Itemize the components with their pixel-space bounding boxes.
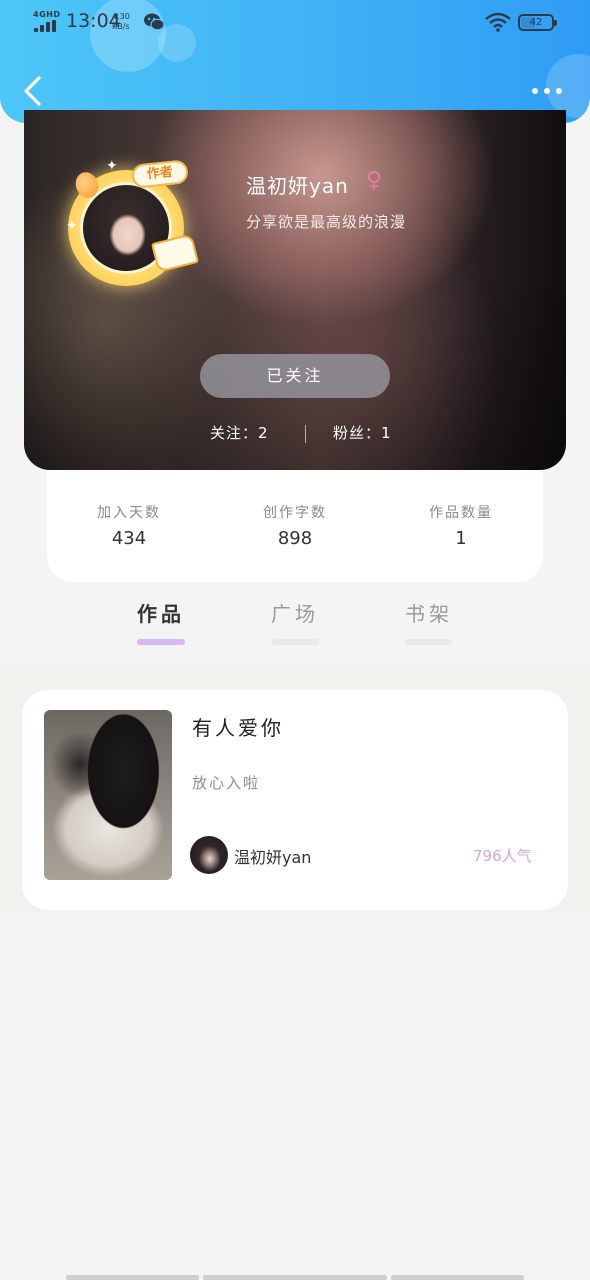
speed-unit: KB/s <box>112 22 130 31</box>
tab-label: 广场 <box>271 602 319 626</box>
work-description: 放心入啦 <box>192 774 261 792</box>
status-bar: 4GHD 13:04 4.30 KB/s 42 <box>0 0 590 44</box>
wechat-icon <box>144 13 165 31</box>
fans-count[interactable]: 粉丝：1 <box>333 422 392 443</box>
avatar[interactable] <box>190 836 228 874</box>
home-indicator <box>391 1275 524 1280</box>
follow-button[interactable]: 已关注 <box>200 354 390 398</box>
profile-bio: 分享欲是最高级的浪漫 <box>246 213 407 231</box>
profile-nickname: 温初妍yan <box>246 174 349 198</box>
stat-value: 898 <box>277 528 313 549</box>
sparkle-icon: ✦ <box>106 158 118 174</box>
stats-card: 加入天数 434 创作字数 898 作品数量 1 <box>47 470 543 582</box>
sparkle-icon: ✦ <box>66 218 78 234</box>
divider <box>305 425 306 443</box>
tab-works[interactable]: 作品 <box>137 598 185 648</box>
tab-indicator <box>271 639 319 645</box>
tab-label: 作品 <box>137 602 185 626</box>
network-type: 4GHD <box>33 10 61 19</box>
tab-bookshelf[interactable]: 书架 <box>405 598 453 648</box>
network-speed: 4.30 KB/s <box>112 12 130 32</box>
top-header: 4GHD 13:04 4.30 KB/s 42 <box>0 0 590 123</box>
tab-square[interactable]: 广场 <box>271 598 319 648</box>
tab-label: 书架 <box>405 602 453 626</box>
speed-value: 4.30 <box>112 12 130 21</box>
female-gender-icon: ♀ <box>366 168 383 193</box>
tab-indicator <box>137 639 185 645</box>
work-cover-image[interactable] <box>44 710 172 880</box>
following-count[interactable]: 关注：2 <box>210 422 269 443</box>
stat-value: 1 <box>455 528 467 549</box>
profile-hero: ✦ ✦ 作者 温初妍yan ♀ 分享欲是最高级的浪漫 已关注 关注：2 粉丝：1 <box>24 110 566 470</box>
stat-label: 作品数量 <box>429 505 493 521</box>
home-indicator <box>66 1275 199 1280</box>
content-tabs: 作品 广场 书架 <box>0 598 590 654</box>
stat-value: 434 <box>111 528 147 549</box>
tab-indicator <box>405 639 453 645</box>
work-popularity: 796人气 <box>473 847 532 865</box>
back-icon[interactable] <box>18 74 48 108</box>
stat-label: 加入天数 <box>97 505 161 521</box>
signal-icon <box>34 20 58 32</box>
stat-works-count: 作品数量 1 <box>401 502 521 549</box>
stat-join-days: 加入天数 434 <box>69 502 189 549</box>
stat-label: 创作字数 <box>263 505 327 521</box>
battery-icon: 42 <box>518 14 557 31</box>
follow-stats: 关注：2 粉丝：1 <box>24 422 566 446</box>
work-card[interactable]: 有人爱你 放心入啦 温初妍yan 796人气 <box>22 690 568 910</box>
home-indicator <box>203 1275 387 1280</box>
more-options-icon[interactable] <box>530 80 564 100</box>
stat-word-count: 创作字数 898 <box>235 502 355 549</box>
work-author-name: 温初妍yan <box>234 848 312 867</box>
work-title: 有人爱你 <box>192 716 284 740</box>
wifi-icon <box>485 12 511 32</box>
battery-level: 42 <box>529 17 543 28</box>
